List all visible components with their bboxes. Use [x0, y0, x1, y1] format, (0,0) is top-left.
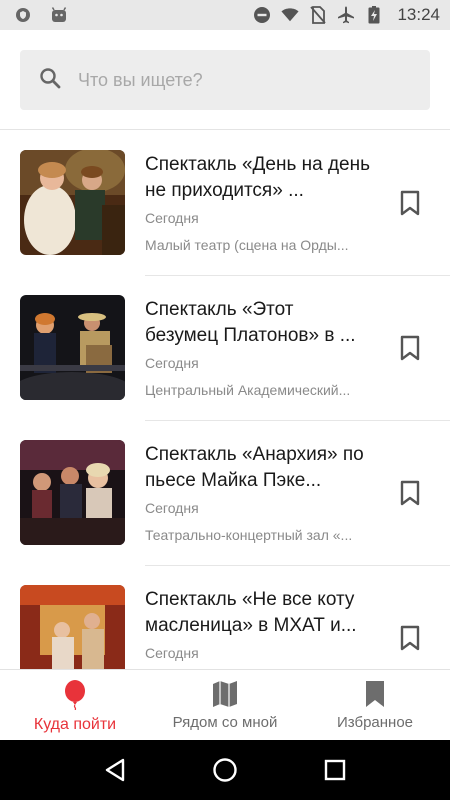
bottom-tab-bar: Куда пойти Рядом со мной Избранное	[0, 669, 450, 740]
map-icon	[213, 681, 237, 707]
search-bar[interactable]	[20, 50, 430, 110]
tab-favorites[interactable]: Избранное	[300, 670, 450, 740]
event-image	[20, 295, 125, 400]
event-venue: Малый театр (сцена на Орды...	[145, 237, 349, 253]
android-icon	[50, 6, 68, 24]
event-card[interactable]: Спектакль «День на день не приходится» .…	[0, 131, 450, 276]
bookmark-outline-icon	[400, 625, 420, 651]
battery-charging-icon	[365, 6, 383, 24]
tab-nearby[interactable]: Рядом со мной	[150, 670, 300, 740]
do-not-disturb-icon	[253, 6, 271, 24]
home-circle-icon	[213, 758, 237, 782]
vpn-shield-icon	[14, 6, 32, 24]
back-button[interactable]	[95, 750, 135, 790]
status-bar: 13:24	[0, 0, 450, 30]
event-card[interactable]: Спектакль «Анархия» по пьесе Майка Пэке.…	[0, 421, 450, 566]
bookmark-outline-icon	[400, 480, 420, 506]
event-title: Спектакль «День на день не приходится» .…	[145, 154, 370, 201]
tab-where-to-go[interactable]: Куда пойти	[0, 670, 150, 740]
event-image	[20, 440, 125, 545]
event-title: Спектакль «Не все коту масленица» в МХАТ…	[145, 589, 357, 636]
tab-label: Рядом со мной	[172, 714, 278, 731]
bookmark-icon	[366, 681, 384, 707]
wifi-icon	[281, 6, 300, 24]
tab-label: Куда пойти	[33, 716, 117, 733]
bookmark-button[interactable]	[396, 188, 424, 218]
event-image	[20, 585, 125, 669]
bookmark-outline-icon	[400, 335, 420, 361]
recents-button[interactable]	[315, 750, 355, 790]
search-input[interactable]	[78, 69, 398, 91]
event-card[interactable]: Спектакль «Не все коту масленица» в МХАТ…	[0, 566, 450, 669]
event-date: Сегодня	[145, 645, 199, 661]
no-sim-icon	[309, 6, 327, 24]
airplane-mode-icon	[337, 6, 355, 24]
search-icon	[38, 66, 62, 95]
event-date: Сегодня	[145, 355, 199, 371]
back-triangle-icon	[105, 758, 125, 782]
bookmark-outline-icon	[400, 190, 420, 216]
search-header	[0, 30, 450, 130]
event-venue: Центральный Академический...	[145, 382, 351, 398]
event-list[interactable]: Спектакль «День на день не приходится» .…	[0, 131, 450, 669]
bookmark-button[interactable]	[396, 333, 424, 363]
system-navigation-bar	[0, 740, 450, 800]
clock: 13:24	[397, 5, 440, 24]
event-title: Спектакль «Анархия» по пьесе Майка Пэке.…	[145, 444, 364, 491]
event-card[interactable]: Спектакль «Этот безумец Платонов» в ... …	[0, 276, 450, 421]
event-title: Спектакль «Этот безумец Платонов» в ...	[145, 299, 356, 346]
event-date: Сегодня	[145, 500, 199, 516]
event-date: Сегодня	[145, 210, 199, 226]
bookmark-button[interactable]	[396, 478, 424, 508]
event-image	[20, 150, 125, 255]
recents-square-icon	[324, 759, 346, 781]
home-button[interactable]	[205, 750, 245, 790]
bookmark-button[interactable]	[396, 623, 424, 653]
balloon-icon	[65, 680, 85, 710]
event-venue: Театрально-концертный зал «...	[145, 527, 353, 543]
tab-label: Избранное	[336, 714, 414, 731]
